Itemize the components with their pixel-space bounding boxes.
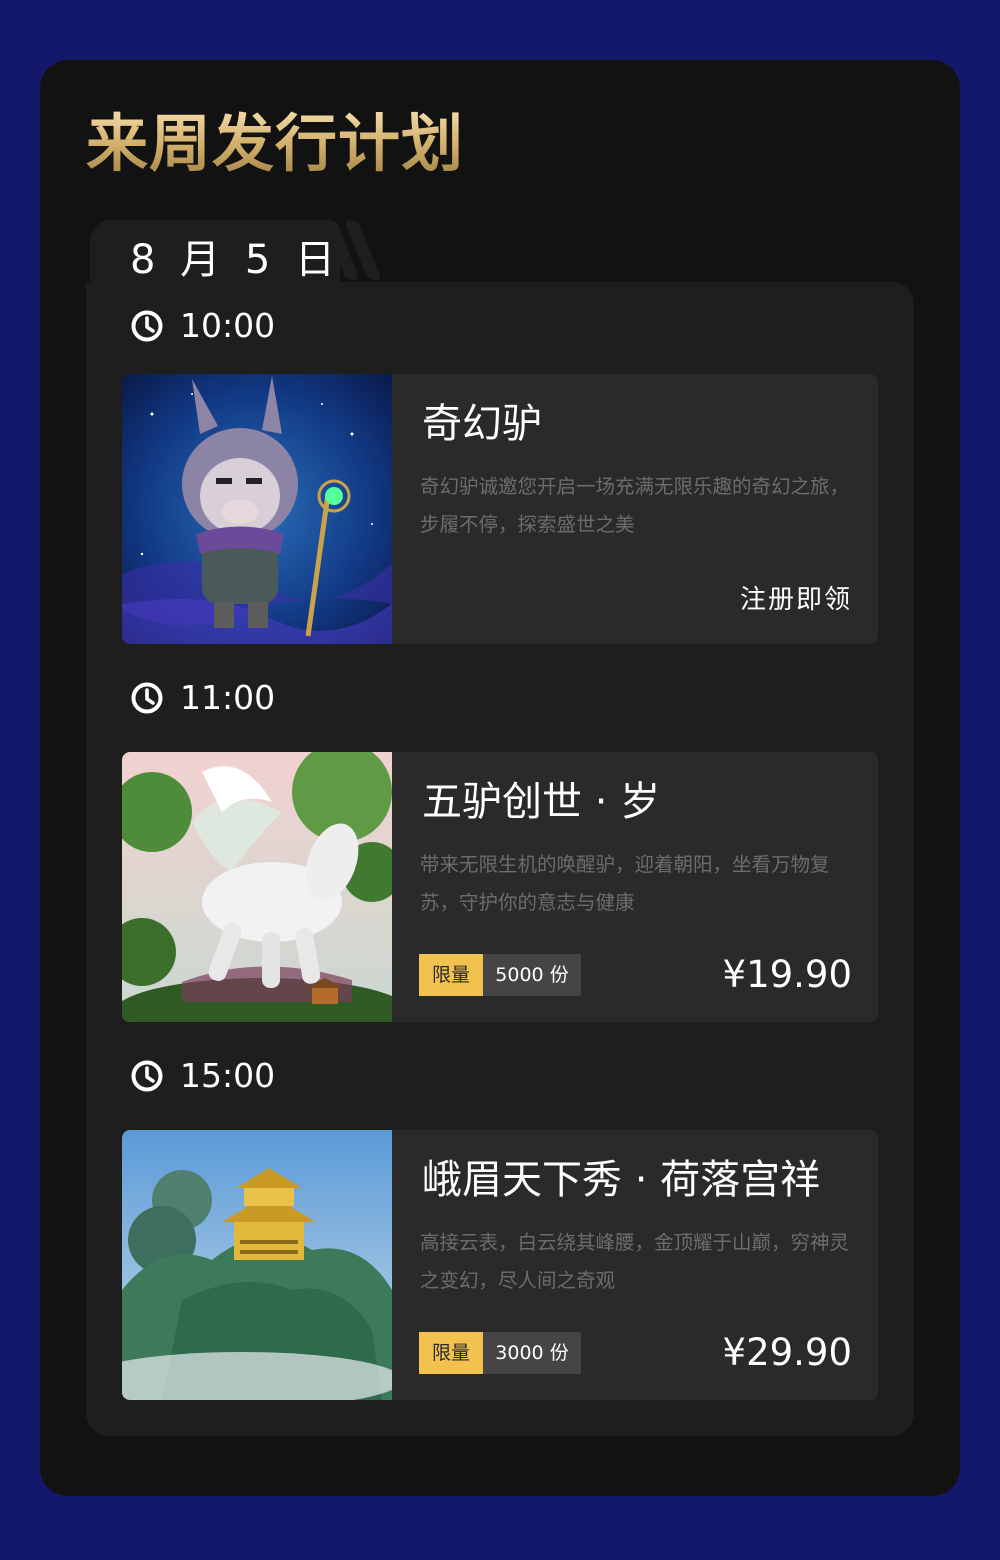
limit-count: 5000 份 [483,954,581,996]
date-label: 8 月 5 日 [130,237,342,283]
limit-tag: 限量 [419,954,483,996]
product-title: 峨眉天下秀 · 荷落宫祥 [422,1157,821,1203]
clock-icon [131,682,163,714]
time-slot-1000: 10:00 [130,304,275,348]
product-price: ¥19.90 [722,953,852,996]
product-image [122,752,392,1022]
limit-badge: 限量 5000 份 [419,954,581,996]
product-title: 五驴创世 · 岁 [422,779,661,825]
limit-count: 3000 份 [483,1332,581,1374]
product-price: ¥29.90 [722,1331,852,1374]
time-slot-1500: 15:00 [130,1054,275,1098]
product-description: 高接云表，白云绕其峰腰，金顶耀于山巅，穷神灵之变幻，尽人间之奇观 [420,1231,850,1292]
product-description: 奇幻驴诚邀您开启一场充满无限乐趣的奇幻之旅，步履不停，探索盛世之美 [420,475,850,536]
product-image [122,1130,392,1400]
time-label: 15:00 [180,1056,276,1095]
product-card-wulvchuangshi[interactable]: 五驴创世 · 岁 带来无限生机的唤醒驴，迎着朝阳，坐看万物复苏，守护你的意志与健… [122,752,878,1022]
limit-badge: 限量 3000 份 [419,1332,581,1374]
product-title: 奇幻驴 [422,401,542,447]
register-claim-button[interactable]: 注册即领 [740,580,852,620]
clock-icon [131,310,163,342]
limit-tag: 限量 [419,1332,483,1374]
product-description: 带来无限生机的唤醒驴，迎着朝阳，坐看万物复苏，守护你的意志与健康 [420,853,830,914]
clock-icon [131,1060,163,1092]
page: 来周发行计划 8 月 5 日 10:00 奇幻驴 奇幻驴诚邀您开启一场充满无限乐… [0,0,1000,1560]
time-slot-1100: 11:00 [130,676,275,720]
product-card-qihuanlv[interactable]: 奇幻驴 奇幻驴诚邀您开启一场充满无限乐趣的奇幻之旅，步履不停，探索盛世之美 注册… [122,374,878,644]
product-image [122,374,392,644]
time-label: 11:00 [180,678,276,717]
product-card-emei[interactable]: 峨眉天下秀 · 荷落宫祥 高接云表，白云绕其峰腰，金顶耀于山巅，穷神灵之变幻，尽… [122,1130,878,1400]
time-label: 10:00 [180,306,276,345]
section-title: 来周发行计划 [86,104,464,184]
